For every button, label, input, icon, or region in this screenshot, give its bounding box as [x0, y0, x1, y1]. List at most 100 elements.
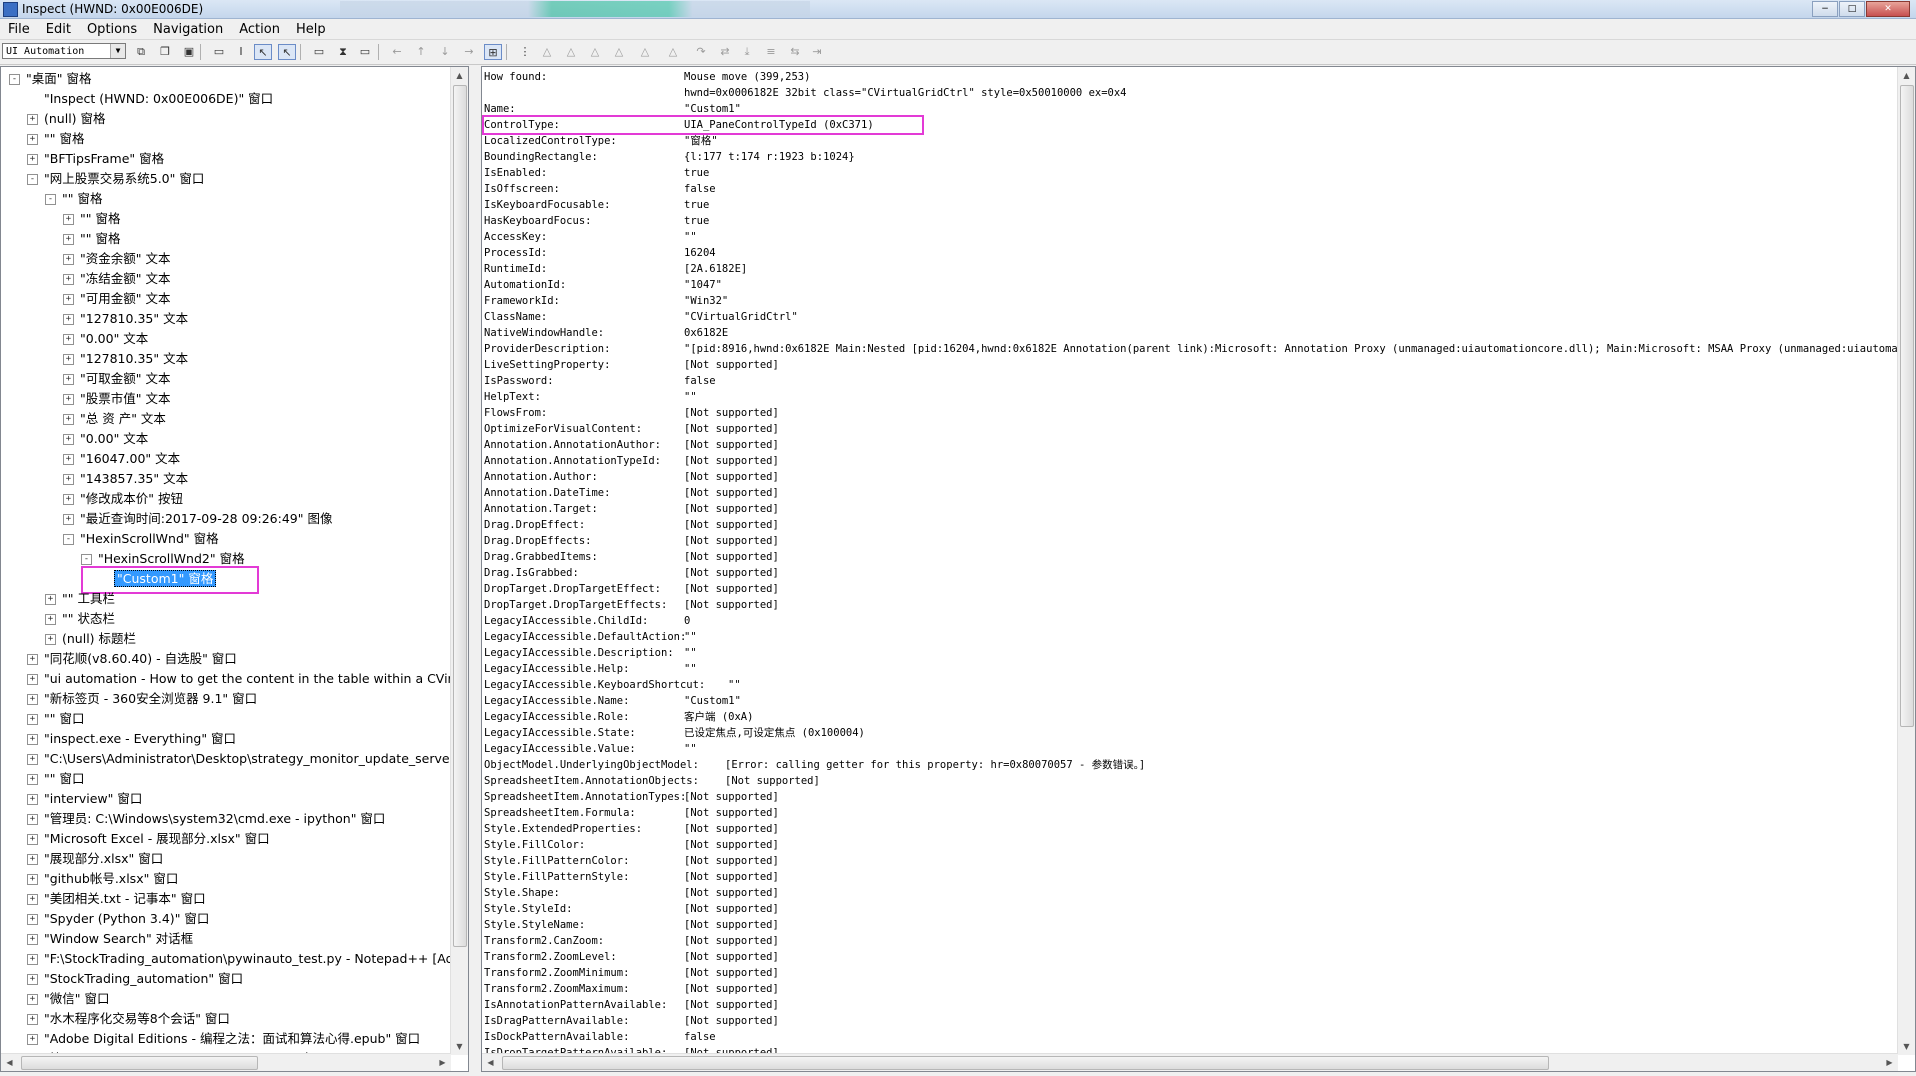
- rectangle-icon[interactable]: ▭: [210, 44, 228, 60]
- tree-node[interactable]: + "" 窗格: [63, 209, 122, 229]
- tree-node[interactable]: + "0.00" 文本: [63, 429, 150, 449]
- tree-node[interactable]: + "C:\Users\Administrator\Desktop\strateg…: [27, 749, 453, 769]
- expand-toggle-icon[interactable]: +: [27, 994, 38, 1005]
- tree-node[interactable]: + "143857.35" 文本: [63, 469, 190, 489]
- expand-toggle-icon[interactable]: +: [63, 354, 74, 365]
- tree-node[interactable]: + (null) 标题栏: [45, 629, 138, 649]
- expand-toggle-icon[interactable]: +: [27, 114, 38, 125]
- list-icon[interactable]: ≡: [762, 44, 780, 60]
- menu-options[interactable]: Options: [79, 19, 145, 39]
- tree-node[interactable]: + "" 窗口: [27, 769, 86, 789]
- expand-toggle-icon[interactable]: +: [27, 854, 38, 865]
- tree-scroll-thumb[interactable]: [453, 85, 467, 947]
- highlight-icon[interactable]: ▭: [310, 44, 328, 60]
- tree-node[interactable]: + "美团相关.txt - 记事本" 窗口: [27, 889, 208, 909]
- pane-splitter[interactable]: [470, 66, 480, 1072]
- tree-node[interactable]: + "F:\StockTrading_automation\pywinauto_t…: [27, 949, 453, 969]
- expand-toggle-icon[interactable]: +: [63, 374, 74, 385]
- expand-toggle-icon[interactable]: +: [27, 814, 38, 825]
- expand-toggle-icon[interactable]: +: [63, 434, 74, 445]
- tree-node[interactable]: + "StockTrading_automation" 窗口: [27, 969, 245, 989]
- expand-toggle-icon[interactable]: +: [63, 334, 74, 345]
- swap-icon[interactable]: ⇆: [786, 44, 804, 60]
- properties-scroll-thumb[interactable]: [1900, 85, 1914, 727]
- expand-toggle-icon[interactable]: +: [63, 314, 74, 325]
- tree-node[interactable]: + "展现部分.xlsx" 窗口: [27, 849, 165, 869]
- tree-node[interactable]: + "微信" 窗口: [27, 989, 111, 1009]
- expand-toggle-icon[interactable]: +: [27, 974, 38, 985]
- tree-node[interactable]: + "同花顺(v8.60.40) - 自选股" 窗口: [27, 649, 239, 669]
- tree-node[interactable]: + "可取金额" 文本: [63, 369, 172, 389]
- tree-node[interactable]: - "桌面" 窗格: [9, 69, 93, 89]
- tree-node[interactable]: + "BFTipsFrame" 窗格: [27, 149, 166, 169]
- scroll-down-icon[interactable]: ▼: [1898, 1038, 1915, 1055]
- scroll-up-icon[interactable]: ▲: [451, 67, 468, 84]
- menu-edit[interactable]: Edit: [38, 19, 79, 39]
- expand-toggle-icon[interactable]: +: [27, 694, 38, 705]
- mode-select[interactable]: UI Automation ▼: [2, 43, 126, 59]
- toggle-icon[interactable]: ⇄: [716, 44, 734, 60]
- expand-toggle-icon[interactable]: +: [27, 834, 38, 845]
- text-cursor-icon[interactable]: I: [232, 44, 250, 60]
- tree-node[interactable]: + "修改成本价" 按钮: [63, 489, 185, 509]
- expand-toggle-icon[interactable]: +: [27, 154, 38, 165]
- tree-vertical-scrollbar[interactable]: ▲ ▼: [450, 67, 468, 1055]
- scroll-right-icon[interactable]: ▶: [434, 1054, 451, 1071]
- collapse-toggle-icon[interactable]: -: [63, 534, 74, 545]
- expand-toggle-icon[interactable]: +: [45, 594, 56, 605]
- expand-toggle-icon[interactable]: +: [63, 234, 74, 245]
- tree-node[interactable]: + "管理员: C:\Windows\system32\cmd.exe - ipy…: [27, 809, 387, 829]
- scroll-up-icon[interactable]: ▲: [1898, 67, 1915, 84]
- watch-cursor-icon[interactable]: ↖: [278, 44, 296, 60]
- expand-toggle-icon[interactable]: +: [63, 254, 74, 265]
- first-child-icon[interactable]: △: [562, 44, 580, 60]
- expand-toggle-icon[interactable]: +: [27, 874, 38, 885]
- minimize-button[interactable]: −: [1812, 1, 1838, 17]
- tree-node[interactable]: + "" 状态栏: [45, 609, 117, 629]
- collapse-toggle-icon[interactable]: -: [45, 194, 56, 205]
- tree-node[interactable]: + "ui automation - How to get the content…: [27, 669, 453, 689]
- tree-node[interactable]: + "interview" 窗口: [27, 789, 144, 809]
- chevron-down-icon[interactable]: ▼: [110, 44, 125, 58]
- tree-node[interactable]: + "新标签页 - 360安全浏览器 9.1" 窗口: [27, 689, 259, 709]
- collapse-icon[interactable]: ⤓: [738, 44, 756, 60]
- invoke-icon[interactable]: △: [664, 44, 682, 60]
- hourglass-icon[interactable]: ⧗: [334, 44, 352, 60]
- maximize-button[interactable]: □: [1839, 1, 1865, 17]
- expand-toggle-icon[interactable]: +: [27, 1014, 38, 1025]
- tree-node[interactable]: + "" 窗口: [27, 709, 86, 729]
- tree-node[interactable]: + "最近查询时间:2017-09-28 09:26:49" 图像: [63, 509, 334, 529]
- expand-toggle-icon[interactable]: +: [63, 414, 74, 425]
- tree-node[interactable]: + "Spyder (Python 3.4)" 窗口: [27, 909, 211, 929]
- tree-node[interactable]: + "Microsoft Excel - 展现部分.xlsx" 窗口: [27, 829, 272, 849]
- expand-toggle-icon[interactable]: +: [27, 914, 38, 925]
- tree-node[interactable]: - "HexinScrollWnd" 窗格: [63, 529, 221, 549]
- expand-toggle-icon[interactable]: +: [63, 494, 74, 505]
- tree-node[interactable]: + "inspect.exe - Everything" 窗口: [27, 729, 238, 749]
- collapse-toggle-icon[interactable]: -: [9, 74, 20, 85]
- scroll-right-icon[interactable]: ▶: [1881, 1054, 1898, 1071]
- tree-node[interactable]: + "股票市值" 文本: [63, 389, 172, 409]
- expand-toggle-icon[interactable]: +: [27, 714, 38, 725]
- vertical-dots-icon[interactable]: ⋮: [516, 44, 534, 60]
- expand-toggle-icon[interactable]: +: [45, 614, 56, 625]
- expand-toggle-icon[interactable]: +: [63, 214, 74, 225]
- expand-toggle-icon[interactable]: +: [63, 294, 74, 305]
- expand-toggle-icon[interactable]: +: [27, 754, 38, 765]
- tree-node[interactable]: "Inspect (HWND: 0x00E006DE)" 窗口: [27, 89, 275, 109]
- tree-node[interactable]: + "" 窗格: [63, 229, 122, 249]
- tree-node[interactable]: + "0.00" 文本: [63, 329, 150, 349]
- properties-vertical-scrollbar[interactable]: ▲ ▼: [1897, 67, 1915, 1055]
- expand-toggle-icon[interactable]: +: [27, 134, 38, 145]
- expand-toggle-icon[interactable]: +: [27, 734, 38, 745]
- tree-node[interactable]: + "可用金额" 文本: [63, 289, 172, 309]
- menu-action[interactable]: Action: [231, 19, 288, 39]
- tree-hscroll-thumb[interactable]: [21, 1056, 258, 1070]
- expand-toggle-icon[interactable]: +: [27, 934, 38, 945]
- arrow-up-icon[interactable]: ↑: [412, 44, 430, 60]
- tree-node[interactable]: - "网上股票交易系统5.0" 窗口: [27, 169, 206, 189]
- expand-toggle-icon[interactable]: +: [63, 474, 74, 485]
- tree-node[interactable]: + "16047.00" 文本: [63, 449, 182, 469]
- tree-node[interactable]: + "水木程序化交易等8个会话" 窗口: [27, 1009, 232, 1029]
- tree-node[interactable]: + "总 资 产" 文本: [63, 409, 168, 429]
